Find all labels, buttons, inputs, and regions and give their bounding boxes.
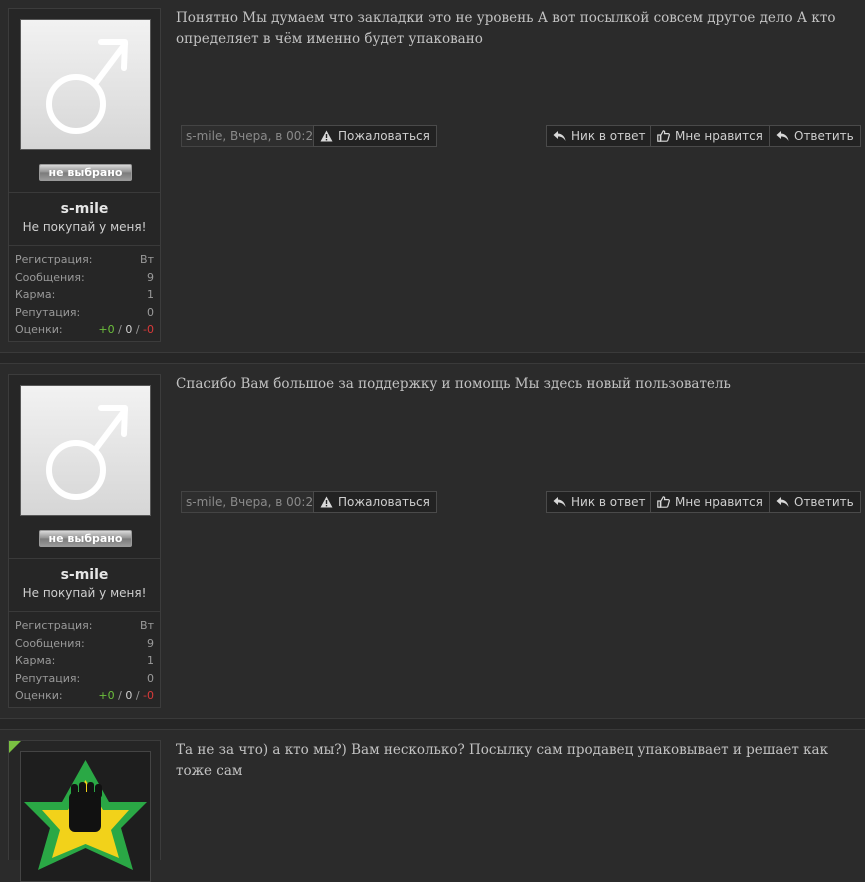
quote-nick-button[interactable]: Ник в ответ <box>546 491 653 513</box>
fist-star-icon <box>21 752 150 881</box>
user-stats: Регистрация: Вт Сообщения: 9 Карма: 1 Репут… <box>15 251 154 339</box>
stat-value: 9 <box>147 636 154 650</box>
stat-row: Сообщения: 9 <box>15 269 154 287</box>
male-symbol-icon <box>21 20 150 149</box>
thumbs-up-icon <box>657 130 670 142</box>
stat-row: Регистрация: Вт <box>15 251 154 269</box>
stat-row: Репутация: 0 <box>15 670 154 688</box>
divider <box>9 611 160 612</box>
stat-label: Оценки: <box>15 323 63 336</box>
rating-values: +0 / 0 / -0 <box>98 687 154 705</box>
like-label: Мне нравится <box>675 495 763 509</box>
post: не выбрано s-mile Не покупай у меня! Рег… <box>0 0 865 352</box>
gender-button[interactable]: не выбрано <box>39 530 132 547</box>
stat-value: 0 <box>147 305 154 319</box>
warning-icon <box>320 496 333 508</box>
like-label: Мне нравится <box>675 129 763 143</box>
stat-label: Сообщения: <box>15 636 85 650</box>
quote-nick-label: Ник в ответ <box>571 129 646 143</box>
divider <box>9 558 160 559</box>
reply-arrow-icon <box>553 131 566 141</box>
user-stats: Регистрация: Вт Сообщения: 9 Карма: 1 Репут… <box>15 617 154 705</box>
divider <box>9 245 160 246</box>
stat-label: Репутация: <box>15 305 81 319</box>
warning-icon <box>320 130 333 142</box>
thumbs-up-icon <box>657 496 670 508</box>
reply-label: Ответить <box>794 495 854 509</box>
stat-row: Сообщения: 9 <box>15 635 154 653</box>
stat-value: Вт <box>140 253 154 266</box>
rating-positive: +0 <box>98 323 115 336</box>
post-message: Спасибо Вам большое за поддержку и помощ… <box>176 376 731 392</box>
stat-row: Карма: 1 <box>15 286 154 304</box>
post-meta: s-mile, Вчера, в 00:24 <box>181 125 326 147</box>
stat-label: Карма: <box>15 654 56 667</box>
avatar[interactable] <box>20 385 151 516</box>
stat-row: Репутация: 0 <box>15 304 154 322</box>
user-info-panel: не выбрано s-mile Не покупай у меня! Рег… <box>8 374 161 708</box>
stat-value: 1 <box>147 654 154 667</box>
post: Та не за что) а кто мы?) Вам несколько? … <box>0 732 865 882</box>
report-button[interactable]: Пожаловаться <box>313 125 437 147</box>
avatar[interactable] <box>20 19 151 150</box>
reply-button[interactable]: Ответить <box>769 125 861 147</box>
stat-label: Оценки: <box>15 689 63 702</box>
reply-arrow-icon <box>776 497 789 507</box>
stat-label: Регистрация: <box>15 253 93 266</box>
user-status: Не покупай у меня! <box>22 220 147 234</box>
report-button[interactable]: Пожаловаться <box>313 491 437 513</box>
reply-label: Ответить <box>794 129 854 143</box>
post-separator <box>0 352 865 364</box>
quote-nick-button[interactable]: Ник в ответ <box>546 125 653 147</box>
stat-value: 9 <box>147 270 154 284</box>
reply-button[interactable]: Ответить <box>769 491 861 513</box>
gender-button[interactable]: не выбрано <box>39 164 132 181</box>
post-message: Понятно Мы думаем что закладки это не ур… <box>176 10 836 47</box>
post-meta: s-mile, Вчера, в 00:25 <box>181 491 326 513</box>
stat-value: Вт <box>140 619 154 632</box>
report-label: Пожаловаться <box>338 129 430 143</box>
stat-label: Сообщения: <box>15 270 85 284</box>
rating-negative: -0 <box>143 689 154 702</box>
avatar[interactable] <box>20 751 151 882</box>
rating-separator: / <box>114 323 126 336</box>
rating-row: Оценки: +0 / 0 / -0 <box>15 687 154 705</box>
user-info-panel <box>8 740 161 882</box>
user-status: Не покупай у меня! <box>22 586 147 600</box>
stat-label: Регистрация: <box>15 619 93 632</box>
rating-separator: / <box>114 689 126 702</box>
rating-negative: -0 <box>143 323 154 336</box>
user-info-panel: не выбрано s-mile Не покупай у меня! Рег… <box>8 8 161 342</box>
stat-row: Карма: 1 <box>15 652 154 670</box>
reply-arrow-icon <box>553 497 566 507</box>
stat-label: Карма: <box>15 288 56 301</box>
stat-value: 0 <box>147 671 154 685</box>
rating-row: Оценки: +0 / 0 / -0 <box>15 321 154 339</box>
rating-separator: / <box>132 689 144 702</box>
post-separator <box>0 718 865 730</box>
quote-nick-label: Ник в ответ <box>571 495 646 509</box>
divider <box>9 192 160 193</box>
like-button[interactable]: Мне нравится <box>650 125 770 147</box>
stat-row: Регистрация: Вт <box>15 617 154 635</box>
post: не выбрано s-mile Не покупай у меня! Рег… <box>0 366 865 718</box>
rating-separator: / <box>132 323 144 336</box>
rating-values: +0 / 0 / -0 <box>98 321 154 339</box>
username[interactable]: s-mile <box>9 201 160 217</box>
stat-value: 1 <box>147 288 154 301</box>
username[interactable]: s-mile <box>9 567 160 583</box>
like-button[interactable]: Мне нравится <box>650 491 770 513</box>
reply-arrow-icon <box>776 131 789 141</box>
stat-label: Репутация: <box>15 671 81 685</box>
post-message: Та не за что) а кто мы?) Вам несколько? … <box>176 742 829 779</box>
male-symbol-icon <box>21 386 150 515</box>
rating-positive: +0 <box>98 689 115 702</box>
report-label: Пожаловаться <box>338 495 430 509</box>
